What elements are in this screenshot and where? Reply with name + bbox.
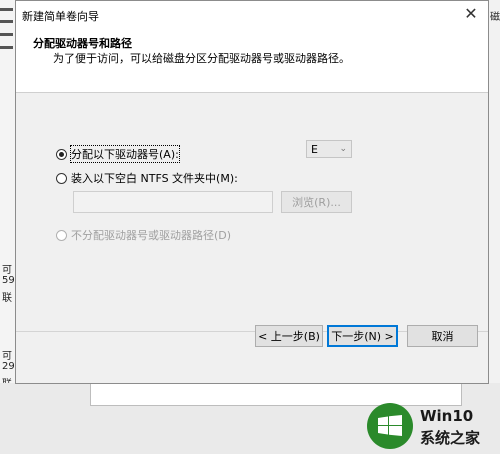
cancel-button[interactable]: 取消 [407, 325, 478, 347]
wizard-footer: < 上一步(B) 下一步(N) > 取消 [16, 325, 488, 384]
browse-button[interactable]: 浏览(R)... [281, 191, 352, 213]
back-button[interactable]: < 上一步(B) [255, 325, 323, 347]
background-bar [0, 33, 13, 36]
folder-path-input[interactable] [73, 191, 273, 213]
mount-folder-radio[interactable] [56, 172, 67, 184]
background-bar [0, 8, 13, 11]
win10-logo: Win10 系统之家 [367, 403, 497, 451]
drive-letter-select[interactable]: E ⌄ [306, 140, 352, 158]
background-text: 可 [2, 351, 12, 362]
no-assign-label[interactable]: 不分配驱动器号或驱动器路径(D) [71, 227, 231, 243]
assign-letter-radio[interactable] [56, 148, 67, 160]
background-text: 磁 [490, 12, 500, 23]
logo-text: Win10 [420, 407, 474, 425]
wizard-content: 分配以下驱动器号(A): E ⌄ 装入以下空白 NTFS 文件夹中(M): 浏览… [16, 93, 488, 332]
background-text: 29 [2, 361, 15, 372]
mount-folder-label[interactable]: 装入以下空白 NTFS 文件夹中(M): [71, 170, 238, 186]
background-text: 联 [2, 293, 12, 304]
assign-letter-label[interactable]: 分配以下驱动器号(A): [70, 145, 180, 163]
close-icon[interactable]: ✕ [462, 4, 480, 23]
page-title: 分配驱动器号和路径 [33, 37, 132, 50]
chevron-down-icon: ⌄ [339, 144, 347, 154]
windows-icon [378, 415, 402, 436]
page-subtitle: 为了便于访问，可以给磁盘分区分配驱动器号或驱动器路径。 [53, 52, 350, 65]
wizard-header: 分配驱动器号和路径 为了便于访问，可以给磁盘分区分配驱动器号或驱动器路径。 [16, 29, 488, 93]
mount-folder-option[interactable]: 装入以下空白 NTFS 文件夹中(M): [56, 170, 238, 186]
assign-letter-option[interactable]: 分配以下驱动器号(A): [56, 145, 180, 163]
title-bar: 新建简单卷向导 ✕ [16, 1, 488, 29]
background-text: 可 [2, 265, 12, 276]
no-assign-option[interactable]: 不分配驱动器号或驱动器路径(D) [56, 227, 231, 243]
new-simple-volume-wizard: 新建简单卷向导 ✕ 分配驱动器号和路径 为了便于访问，可以给磁盘分区分配驱动器号… [15, 0, 489, 384]
background-bar [0, 46, 13, 49]
logo-subtext: 系统之家 [420, 429, 481, 447]
background-bar [0, 20, 13, 23]
drive-letter-value: E [311, 142, 318, 156]
no-assign-radio[interactable] [56, 229, 67, 241]
window-title: 新建简单卷向导 [22, 10, 99, 23]
next-button[interactable]: 下一步(N) > [327, 325, 398, 347]
background-text: 59 [2, 275, 15, 286]
